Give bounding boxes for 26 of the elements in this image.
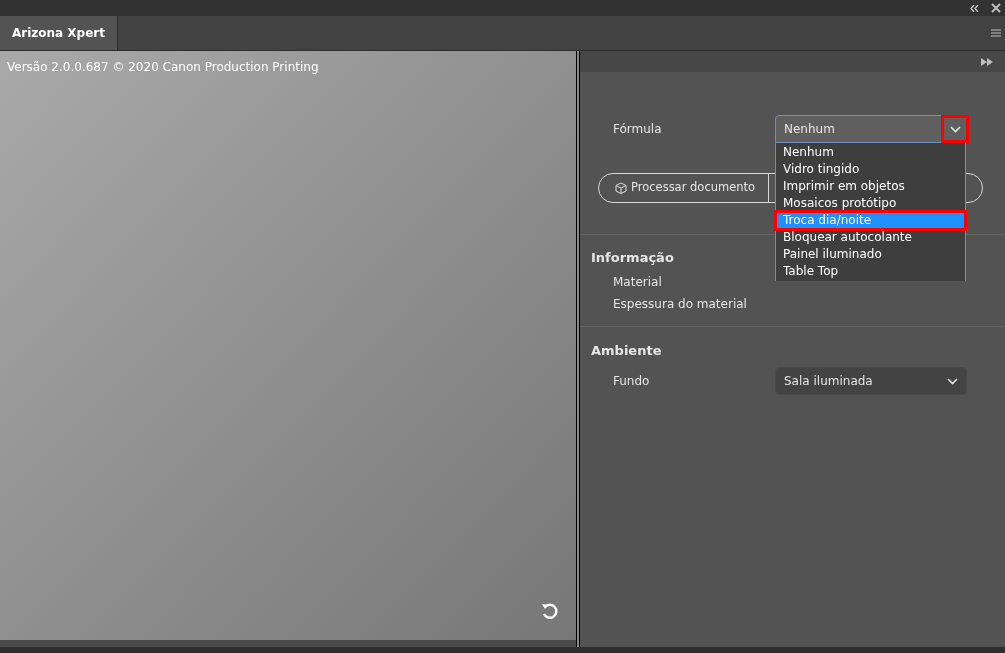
formula-dropdown[interactable]: Nenhum [775, 115, 967, 143]
cube-icon [615, 182, 627, 194]
dropdown-option[interactable]: Imprimir em objetos [776, 178, 965, 195]
section-title: Ambiente [591, 341, 662, 360]
info-label: Material [613, 273, 662, 291]
background-dropdown[interactable]: Sala iluminada [775, 367, 967, 395]
info-label: Espessura do material [613, 295, 747, 313]
collapse-icon[interactable] [970, 4, 979, 12]
field-label: Fórmula [613, 121, 663, 138]
dropdown-option[interactable]: Mosaicos protótipo [776, 195, 965, 212]
field-label: Fundo [613, 373, 651, 390]
panel-tab[interactable]: Arizona Xpert [0, 16, 118, 50]
rotate-icon[interactable] [541, 602, 559, 620]
menu-icon[interactable] [991, 29, 1001, 37]
dropdown-option[interactable]: Painel iluminado [776, 246, 965, 263]
dropdown-option[interactable]: Vidro tingido [776, 161, 965, 178]
chevron-icon[interactable] [941, 115, 969, 143]
close-icon[interactable] [991, 3, 1001, 13]
section-title: Informação [591, 249, 674, 267]
expand-icon[interactable] [981, 57, 993, 66]
process-document-button[interactable]: Processar documento [599, 174, 769, 202]
dropdown-option[interactable]: Bloquear autocolante [776, 229, 965, 246]
dropdown-option[interactable]: Table Top [776, 263, 965, 280]
dropdown-option[interactable]: Nenhum [776, 144, 965, 161]
chevron-icon [947, 377, 958, 385]
version-text: Versão 2.0.0.687 © 2020 Canon Production Printing [7, 59, 320, 76]
